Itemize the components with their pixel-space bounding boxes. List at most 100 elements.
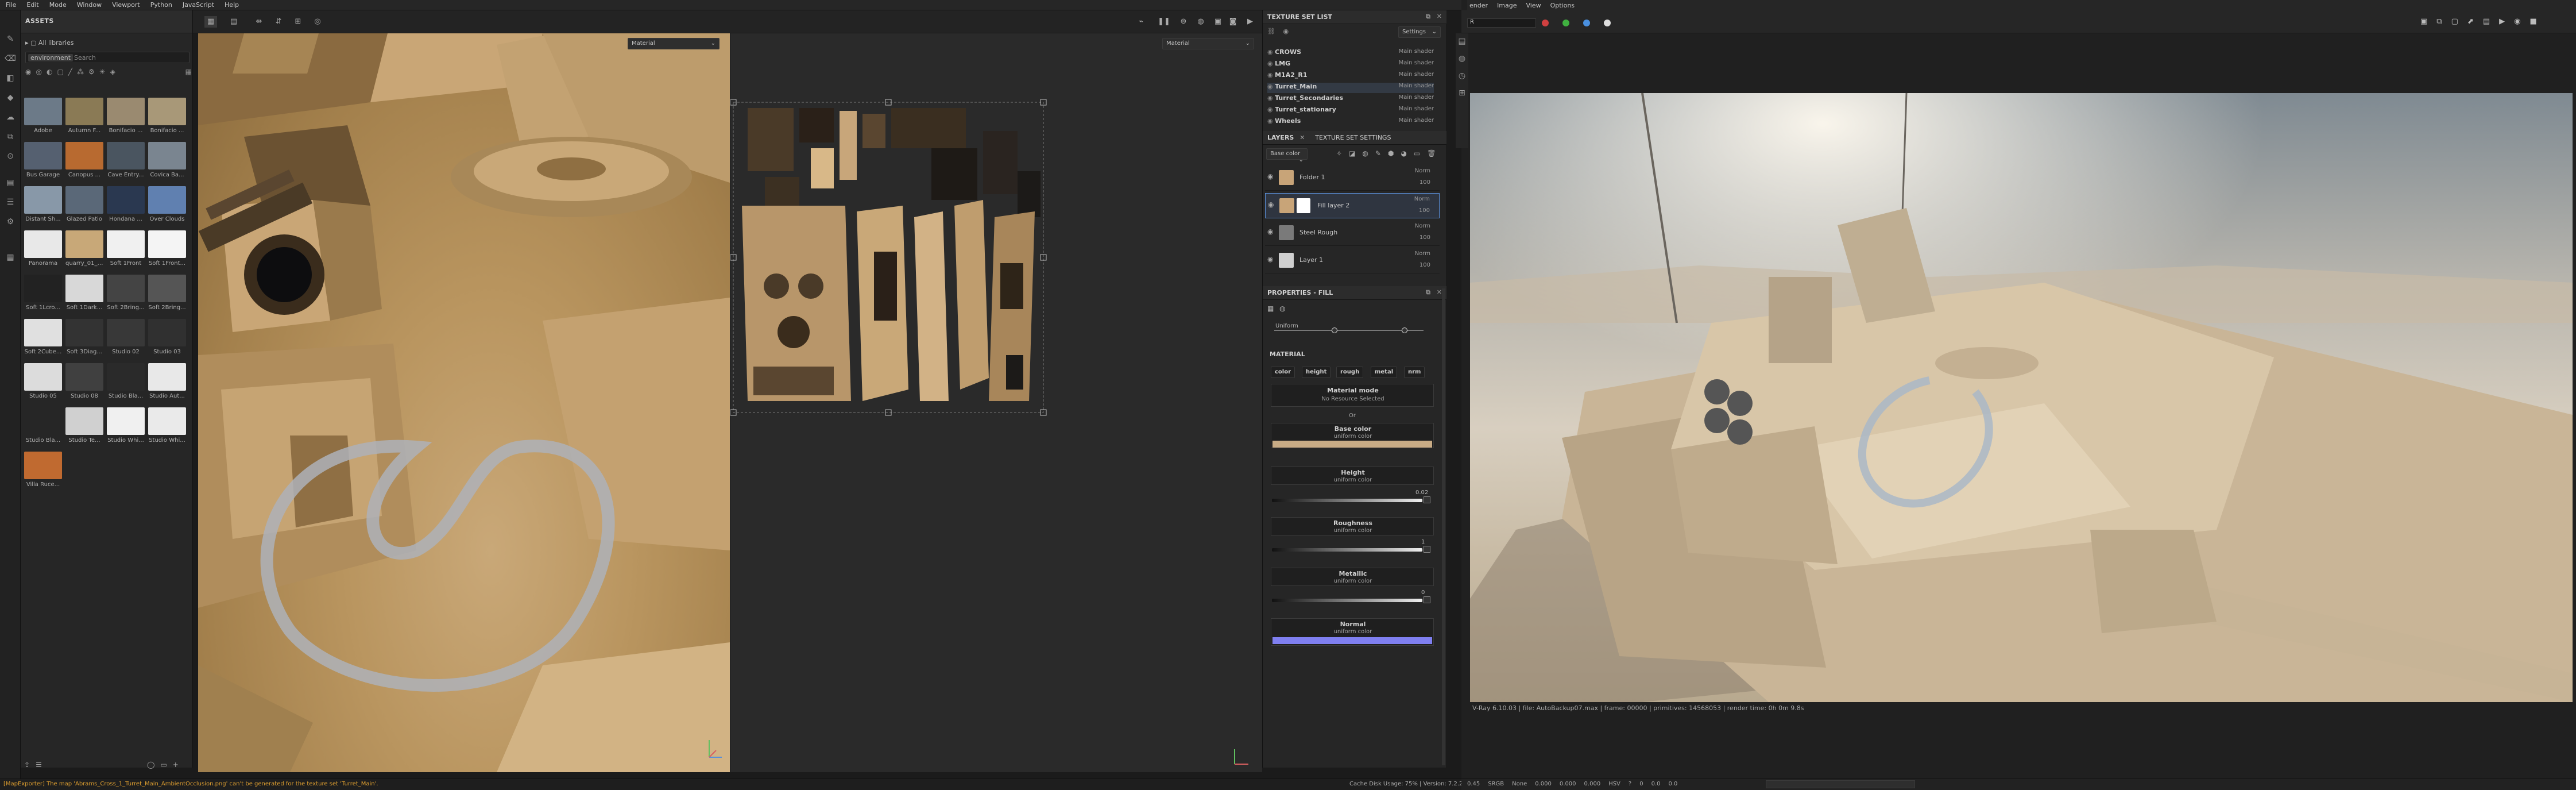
- menu-viewport[interactable]: Viewport: [112, 1, 140, 9]
- symmetry-icon[interactable]: ⇹: [253, 16, 265, 28]
- asset-thumbnail[interactable]: Studio Whi...: [107, 407, 145, 444]
- roughness-slider[interactable]: [1272, 548, 1422, 552]
- display-settings-icon[interactable]: ⊜: [1177, 16, 1190, 28]
- viewport-2d-uv[interactable]: Material ⌄: [730, 33, 1262, 772]
- channel-metal-button[interactable]: metal: [1371, 367, 1398, 378]
- metallic-box[interactable]: Metallic uniform color: [1271, 568, 1434, 586]
- align-icon[interactable]: ⇵: [272, 16, 285, 28]
- alpha-channel-icon[interactable]: [1604, 20, 1611, 26]
- tool-filter-icon[interactable]: ⚙: [88, 68, 95, 80]
- layers-icon[interactable]: ▤: [1456, 36, 1468, 47]
- close-icon[interactable]: ✕: [1437, 288, 1442, 296]
- asset-thumbnail[interactable]: Soft 1Lcro...: [24, 275, 62, 311]
- screenshot-icon[interactable]: ▣: [1212, 16, 1224, 28]
- material-mode-box[interactable]: Material mode No Resource Selected: [1271, 384, 1434, 407]
- mask-filter-icon[interactable]: ◐: [47, 68, 52, 80]
- link-icon[interactable]: ⛓: [1267, 28, 1275, 35]
- vray-channel-field[interactable]: R: [1467, 18, 1536, 28]
- eraser-icon[interactable]: ⌫: [5, 53, 16, 64]
- render-icon[interactable]: ◉: [2514, 17, 2520, 26]
- region-render-icon[interactable]: ▢: [2451, 17, 2458, 26]
- shader-filter-icon[interactable]: ◈: [110, 68, 115, 80]
- texture-set-row[interactable]: ◉ LMG Main shader: [1267, 60, 1434, 70]
- blend-mode[interactable]: Norm: [1415, 251, 1430, 257]
- asset-thumbnail[interactable]: Soft 2Cube...: [24, 319, 62, 355]
- asset-thumbnail[interactable]: Covica Ba...: [148, 142, 186, 178]
- asset-thumbnail[interactable]: Glazed Patio: [65, 186, 103, 222]
- channel-height-button[interactable]: height: [1302, 367, 1331, 378]
- add-fill-layer-icon[interactable]: ◕: [1401, 149, 1406, 157]
- polygon-fill-icon[interactable]: ◆: [5, 92, 16, 103]
- filter-tag[interactable]: environment: [28, 54, 74, 61]
- iray-icon[interactable]: ⌁: [1135, 16, 1147, 28]
- vray-render-view[interactable]: [1470, 93, 2573, 702]
- import-icon[interactable]: ⇪: [24, 761, 30, 769]
- add-icon[interactable]: +: [173, 761, 179, 769]
- asset-thumbnail[interactable]: Panorama: [24, 230, 62, 267]
- visibility-icon[interactable]: ◉: [1267, 71, 1275, 79]
- layer-visibility-icon[interactable]: ◉: [1268, 201, 1274, 209]
- layer-row[interactable]: ◉ Steel Rough Norm 100: [1265, 221, 1440, 246]
- save-image-icon[interactable]: ▣: [2420, 17, 2427, 26]
- asset-thumbnail[interactable]: Studio 05: [24, 363, 62, 399]
- layer-visibility-icon[interactable]: ◉: [1267, 172, 1273, 180]
- stats-icon[interactable]: ◍: [1456, 53, 1468, 64]
- particle-filter-icon[interactable]: ⁂: [77, 68, 84, 80]
- asset-thumbnail[interactable]: Soft 2Bring...: [107, 275, 145, 311]
- texture-set-row[interactable]: ◉ Wheels Main shader: [1267, 117, 1434, 128]
- delete-layer-icon[interactable]: 🗑: [1427, 149, 1436, 157]
- asset-thumbnail[interactable]: Studio Bla...: [107, 363, 145, 399]
- asset-thumbnail[interactable]: Soft 1Front: [107, 230, 145, 267]
- asset-thumbnail[interactable]: Studio 02: [107, 319, 145, 355]
- texture-filter-icon[interactable]: ▢: [57, 68, 63, 80]
- layer-row[interactable]: ◉ Fill layer 2 Norm 100: [1265, 193, 1440, 218]
- history-clock-icon[interactable]: ◷: [1456, 70, 1468, 82]
- visibility-icon[interactable]: ◉: [1267, 94, 1275, 102]
- asset-thumbnail[interactable]: Studio 08: [65, 363, 103, 399]
- layer-row[interactable]: ◉ Layer 1 Norm 100: [1265, 248, 1440, 273]
- channel-dropdown[interactable]: Base color ⌄: [1266, 148, 1308, 163]
- menu-mode[interactable]: Mode: [49, 1, 67, 9]
- asset-thumbnail[interactable]: Studio Bla...: [24, 407, 62, 444]
- base-color-swatch[interactable]: [1272, 441, 1432, 448]
- asset-thumbnail[interactable]: Soft 1Dark...: [65, 275, 103, 311]
- asset-thumbnail[interactable]: Cave Entry...: [107, 142, 145, 178]
- viewport-material-dropdown[interactable]: Material ⌄: [628, 38, 720, 49]
- asset-thumbnail[interactable]: Bus Garage: [24, 142, 62, 178]
- texture-set-row[interactable]: ◉ Turret_Secondaries Main shader: [1267, 94, 1434, 105]
- properties-scrollbar[interactable]: [1442, 288, 1445, 765]
- lens-effects-icon[interactable]: ▤: [2483, 17, 2490, 26]
- shader-label[interactable]: Main shader: [1399, 94, 1434, 101]
- brush-filter-icon[interactable]: ╱: [68, 68, 72, 80]
- smart-material-filter-icon[interactable]: ◎: [36, 68, 41, 80]
- library-selector[interactable]: ▸ ▢ All libraries: [25, 39, 74, 47]
- frame-icon[interactable]: ⊞: [292, 16, 304, 28]
- tab-layers[interactable]: LAYERS: [1267, 134, 1294, 141]
- visibility-icon[interactable]: ◉: [1267, 83, 1275, 90]
- asset-thumbnail[interactable]: Soft 1Front...: [148, 230, 186, 267]
- refresh-icon[interactable]: ◯: [147, 761, 154, 769]
- shader-label[interactable]: Main shader: [1399, 106, 1434, 112]
- asset-thumbnail[interactable]: Studio Aut...: [148, 363, 186, 399]
- vray-menu-options[interactable]: Options: [1550, 2, 1575, 9]
- add-smart-material-icon[interactable]: ⬢: [1388, 149, 1394, 157]
- video-icon[interactable]: ▶: [1244, 16, 1256, 28]
- smudge-icon[interactable]: ☁: [5, 111, 16, 123]
- height-reset-icon[interactable]: [1424, 496, 1430, 503]
- settings-tab-icon[interactable]: ⚙: [5, 216, 16, 228]
- tab-texture-set-settings[interactable]: TEXTURE SET SETTINGS: [1315, 134, 1391, 141]
- asset-thumbnail[interactable]: Distant Sh...: [24, 186, 62, 222]
- viewport-3d[interactable]: Material ⌄: [198, 33, 730, 772]
- blend-mode[interactable]: Norm: [1415, 223, 1430, 229]
- stop-render-icon[interactable]: ■: [2529, 17, 2536, 26]
- asset-thumbnail[interactable]: Autumn F...: [65, 98, 103, 134]
- menu-edit[interactable]: Edit: [26, 1, 38, 9]
- channel-rough-button[interactable]: rough: [1336, 367, 1364, 378]
- vray-menu-render[interactable]: ender: [1469, 2, 1488, 9]
- asset-thumbnail[interactable]: Soft 2Bring...: [148, 275, 186, 311]
- roughness-box[interactable]: Roughness uniform color: [1271, 517, 1434, 535]
- sphere-projection-icon[interactable]: ◍: [1279, 305, 1285, 313]
- error-message[interactable]: [MapExporter] The map 'Abrams_Cross_1_Tu…: [3, 781, 378, 787]
- eye-icon[interactable]: ◉: [1283, 28, 1289, 35]
- asset-thumbnail[interactable]: Studio Whi...: [148, 407, 186, 444]
